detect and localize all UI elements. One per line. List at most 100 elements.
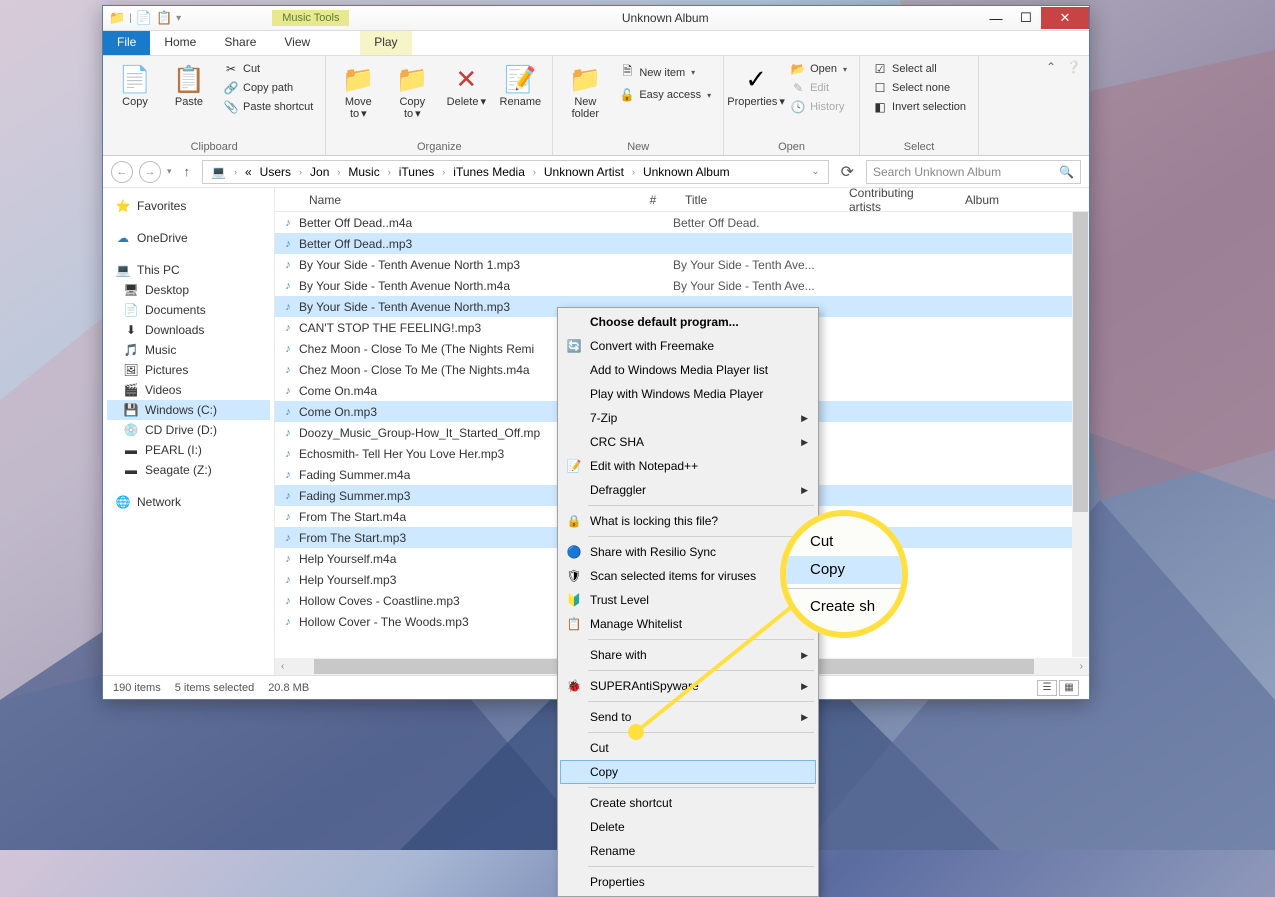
invert-selection-button[interactable]: ◧Invert selection xyxy=(868,98,970,116)
tab-share[interactable]: Share xyxy=(210,31,270,55)
paste-shortcut-button[interactable]: 📎Paste shortcut xyxy=(219,98,317,116)
properties-icon[interactable]: 📋 xyxy=(156,10,172,26)
sidebar-pictures[interactable]: 🖼Pictures xyxy=(107,360,270,380)
ctx-trust-level[interactable]: 🔰Trust Level▶ xyxy=(560,588,816,612)
file-row[interactable]: ♪By Your Side - Tenth Avenue North.m4aBy… xyxy=(275,275,1089,296)
addr-dropdown-icon[interactable]: ⌄ xyxy=(807,166,823,177)
rename-button[interactable]: 📝Rename xyxy=(496,60,544,110)
col-title[interactable]: Title xyxy=(675,193,839,207)
col-name[interactable]: Name xyxy=(275,193,631,207)
ctx-share-with[interactable]: Share with▶ xyxy=(560,643,816,667)
sidebar-downloads[interactable]: ⬇Downloads xyxy=(107,320,270,340)
ctx-manage-whitelist[interactable]: 📋Manage Whitelist xyxy=(560,612,816,636)
ctx-defraggler[interactable]: Defraggler▶ xyxy=(560,478,816,502)
ctx-resilio[interactable]: 🔵Share with Resilio Sync xyxy=(560,540,816,564)
col-num[interactable]: # xyxy=(631,193,675,207)
cut-button[interactable]: ✂Cut xyxy=(219,60,317,78)
sidebar-videos[interactable]: 🎬Videos xyxy=(107,380,270,400)
search-input[interactable]: Search Unknown Album 🔍 xyxy=(866,160,1081,184)
bc-item[interactable]: Users xyxy=(256,165,295,179)
ctx-create-shortcut[interactable]: Create shortcut xyxy=(560,791,816,815)
bc-item[interactable]: Music xyxy=(344,165,383,179)
help-icon[interactable]: ❔ xyxy=(1066,60,1081,74)
sidebar-windows-c[interactable]: 💾Windows (C:) xyxy=(107,400,270,420)
submenu-arrow-icon: ▶ xyxy=(801,650,808,661)
ctx-edit-npp[interactable]: 📝Edit with Notepad++ xyxy=(560,454,816,478)
ctx-cut[interactable]: Cut xyxy=(560,736,816,760)
sidebar-documents[interactable]: 📄Documents xyxy=(107,300,270,320)
sidebar-favorites[interactable]: ⭐Favorites xyxy=(107,196,270,216)
col-album[interactable]: Album xyxy=(955,193,1035,207)
easy-access-button[interactable]: 🔓Easy access▾ xyxy=(615,86,715,104)
ribbon-collapse-icon[interactable]: ⌃ xyxy=(1046,60,1056,74)
copy-path-button[interactable]: 🔗Copy path xyxy=(219,79,317,97)
breadcrumb[interactable]: 💻› « Users› Jon› Music› iTunes› iTunes M… xyxy=(202,160,829,184)
sidebar-seagate[interactable]: ▬Seagate (Z:) xyxy=(107,460,270,480)
tools-context-tab[interactable]: Music Tools xyxy=(272,10,349,26)
view-details-button[interactable]: ☰ xyxy=(1037,680,1057,696)
network-icon: 🌐 xyxy=(115,495,131,509)
ctx-send-to[interactable]: Send to▶ xyxy=(560,705,816,729)
recent-dropdown-icon[interactable]: ▾ xyxy=(167,166,172,177)
ctx-play-wmp[interactable]: Play with Windows Media Player xyxy=(560,382,816,406)
titlebar[interactable]: 📁 | 📄 📋 ▾ Music Tools Unknown Album — ☐ … xyxy=(103,6,1089,31)
ctx-copy[interactable]: Copy xyxy=(560,760,816,784)
copy-button[interactable]: 📄Copy xyxy=(111,60,159,110)
sidebar-this-pc[interactable]: 💻This PC xyxy=(107,260,270,280)
file-row[interactable]: ♪Better Off Dead..m4aBetter Off Dead. xyxy=(275,212,1089,233)
ctx-7zip[interactable]: 7-Zip▶ xyxy=(560,406,816,430)
properties-button[interactable]: ✓Properties▾ xyxy=(732,60,780,110)
new-folder-icon[interactable]: 📄 xyxy=(136,10,152,26)
tab-home[interactable]: Home xyxy=(150,31,210,55)
bc-item[interactable]: Jon xyxy=(306,165,333,179)
tab-play[interactable]: Play xyxy=(360,31,411,55)
col-artist[interactable]: Contributing artists xyxy=(839,186,955,214)
view-icons-button[interactable]: ▦ xyxy=(1059,680,1079,696)
vertical-scrollbar[interactable] xyxy=(1072,212,1089,657)
ctx-choose-default[interactable]: Choose default program... xyxy=(560,310,816,334)
refresh-button[interactable]: ⟳ xyxy=(835,162,860,182)
sidebar-cd-drive[interactable]: 💿CD Drive (D:) xyxy=(107,420,270,440)
select-all-button[interactable]: ☑Select all xyxy=(868,60,970,78)
forward-button[interactable]: → xyxy=(139,161,161,183)
paste-button[interactable]: 📋Paste xyxy=(165,60,213,110)
sidebar-desktop[interactable]: 🖥Desktop xyxy=(107,280,270,300)
sidebar-onedrive[interactable]: ☁OneDrive xyxy=(107,228,270,248)
back-button[interactable]: ← xyxy=(111,161,133,183)
ctx-superantispyware[interactable]: 🐞SUPERAntiSpyware▶ xyxy=(560,674,816,698)
sidebar-network[interactable]: 🌐Network xyxy=(107,492,270,512)
ctx-properties[interactable]: Properties xyxy=(560,870,816,894)
copy-to-button[interactable]: 📁Copy to▾ xyxy=(388,60,436,122)
close-button[interactable]: ✕ xyxy=(1041,7,1089,29)
bc-item[interactable]: iTunes Media xyxy=(449,165,529,179)
tab-file[interactable]: File xyxy=(103,31,150,55)
ctx-scan-virus[interactable]: 🛡Scan selected items for viruses xyxy=(560,564,816,588)
delete-button[interactable]: ✕Delete▾ xyxy=(442,60,490,110)
file-row[interactable]: ♪By Your Side - Tenth Avenue North 1.mp3… xyxy=(275,254,1089,275)
ctx-rename[interactable]: Rename xyxy=(560,839,816,863)
bc-item[interactable]: Unknown Album xyxy=(639,165,734,179)
ctx-delete[interactable]: Delete xyxy=(560,815,816,839)
new-item-button[interactable]: 🗎New item▾ xyxy=(615,60,715,85)
ctx-locking[interactable]: 🔒What is locking this file? xyxy=(560,509,816,533)
sidebar-music[interactable]: 🎵Music xyxy=(107,340,270,360)
ctx-convert-freemake[interactable]: 🔄Convert with Freemake xyxy=(560,334,816,358)
window-title: Unknown Album xyxy=(349,11,981,25)
tab-view[interactable]: View xyxy=(270,31,324,55)
column-headers[interactable]: Name # Title Contributing artists Album xyxy=(275,188,1089,212)
new-folder-button[interactable]: 📁New folder xyxy=(561,60,609,122)
maximize-button[interactable]: ☐ xyxy=(1011,7,1041,29)
ctx-crc-sha[interactable]: CRC SHA▶ xyxy=(560,430,816,454)
open-button[interactable]: 📂Open▾ xyxy=(786,60,851,78)
move-to-button[interactable]: 📁Move to▾ xyxy=(334,60,382,122)
bc-item[interactable]: iTunes xyxy=(395,165,439,179)
ctx-add-wmp[interactable]: Add to Windows Media Player list xyxy=(560,358,816,382)
bc-item[interactable]: Unknown Artist xyxy=(540,165,628,179)
up-button[interactable]: ↑ xyxy=(178,164,197,179)
scroll-thumb[interactable] xyxy=(1073,212,1088,512)
select-none-button[interactable]: ☐Select none xyxy=(868,79,970,97)
chevron-down-icon[interactable]: ▾ xyxy=(176,13,181,24)
minimize-button[interactable]: — xyxy=(981,7,1011,29)
file-row[interactable]: ♪Better Off Dead..mp3 xyxy=(275,233,1089,254)
sidebar-pearl[interactable]: ▬PEARL (I:) xyxy=(107,440,270,460)
